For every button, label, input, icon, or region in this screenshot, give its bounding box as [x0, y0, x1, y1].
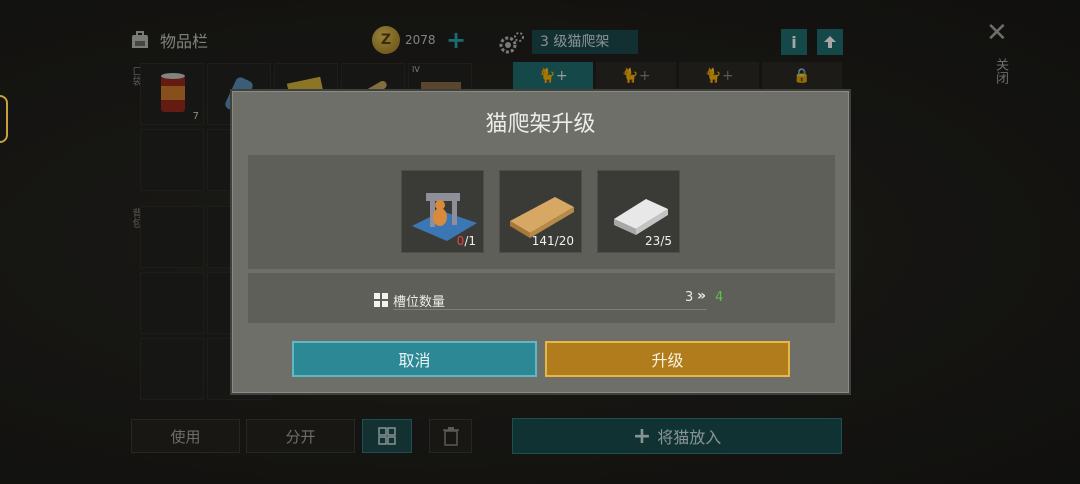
- stat-to: 4: [715, 290, 724, 305]
- stat-from: 3: [685, 290, 694, 305]
- dialog-title: 猫爬架升级: [485, 112, 596, 137]
- material-cat-tree[interactable]: 0/1: [401, 170, 484, 253]
- stat-panel: 槽位数量 3 » 4: [248, 273, 835, 323]
- material-count: 0/1: [457, 234, 476, 248]
- stat-divider: [393, 309, 707, 310]
- materials-panel: 0/1 141/20 23/5: [248, 155, 835, 269]
- double-chevron-icon: »: [697, 288, 707, 304]
- upgrade-button[interactable]: 升级: [545, 341, 790, 377]
- material-count: 141/20: [531, 234, 574, 248]
- slots-icon: [374, 293, 388, 307]
- material-count: 23/5: [645, 234, 672, 248]
- cancel-button[interactable]: 取消: [292, 341, 537, 377]
- count-need: /1: [464, 234, 476, 248]
- side-hex-icon[interactable]: [0, 95, 8, 143]
- material-metal[interactable]: 23/5: [597, 170, 680, 253]
- material-wood[interactable]: 141/20: [499, 170, 582, 253]
- stat-label: 槽位数量: [393, 295, 446, 310]
- upgrade-dialog: 猫爬架升级 0/1 141/20 23/5 槽位数量 3 » 4 取消 升级: [232, 91, 849, 393]
